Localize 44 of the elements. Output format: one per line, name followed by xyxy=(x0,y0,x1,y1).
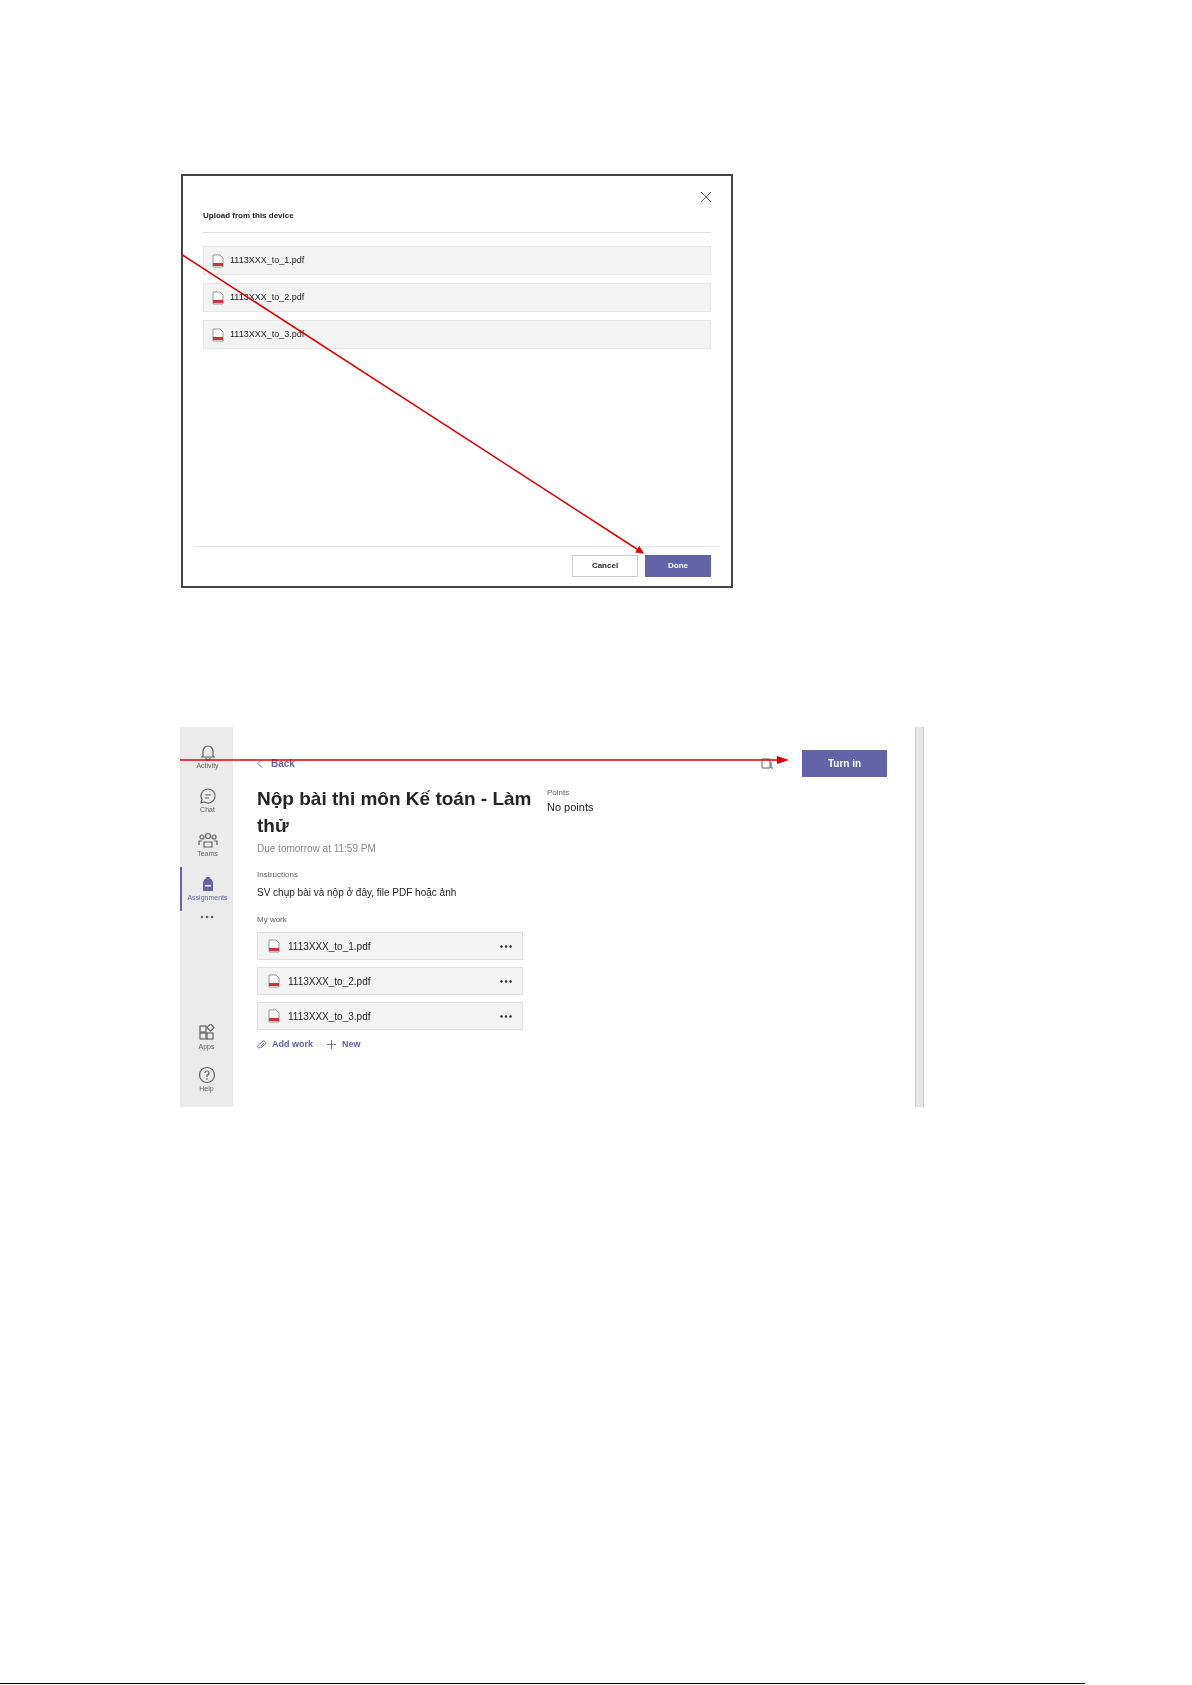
due-date: Due tomorrow at 11:59 PM xyxy=(257,842,377,856)
more-icon[interactable] xyxy=(500,944,512,948)
pdf-file-icon xyxy=(212,290,224,305)
close-icon[interactable] xyxy=(701,192,711,202)
pdf-file-icon xyxy=(212,253,224,268)
paperclip-icon xyxy=(257,1039,266,1050)
scrollbar[interactable] xyxy=(915,727,923,1107)
assignment-title: Nộp bài thi môn Kế toán - Làm thử xyxy=(257,787,533,838)
apps-icon xyxy=(197,1023,216,1042)
cancel-button[interactable]: Cancel xyxy=(572,555,638,577)
pdf-file-icon xyxy=(268,939,280,953)
plus-icon xyxy=(327,1040,336,1050)
pdf-file-icon xyxy=(268,1009,280,1023)
chevron-left-icon xyxy=(257,759,263,768)
pdf-file-icon xyxy=(212,327,224,342)
file-name: 1113XXX_to_2.pdf xyxy=(288,974,372,989)
file-row[interactable]: 1113XXX_to_1.pdf xyxy=(203,246,711,275)
work-file-row[interactable]: 1113XXX_to_2.pdf xyxy=(257,967,523,995)
work-file-row[interactable]: 1113XXX_to_3.pdf xyxy=(257,1002,523,1030)
people-icon xyxy=(197,830,218,849)
points-label: Points xyxy=(547,787,571,799)
more-icon[interactable] xyxy=(500,979,512,983)
reader-icon[interactable] xyxy=(761,758,774,769)
instructions-text: SV chụp bài và nộp ở đây, file PDF hoặc ảnh xyxy=(257,886,458,900)
file-row[interactable]: 1113XXX_to_3.pdf xyxy=(203,320,711,349)
file-name: 1113XXX_to_3.pdf xyxy=(230,327,305,341)
file-name: 1113XXX_to_3.pdf xyxy=(288,1009,372,1024)
work-file-row[interactable]: 1113XXX_to_1.pdf xyxy=(257,932,523,960)
back-link[interactable]: Back xyxy=(257,756,295,771)
done-button[interactable]: Done xyxy=(645,555,711,577)
instructions-label: Instructions xyxy=(257,869,299,881)
file-name: 1113XXX_to_1.pdf xyxy=(288,939,372,954)
points-value: No points xyxy=(547,800,594,815)
help-icon xyxy=(197,1065,216,1084)
file-name: 1113XXX_to_1.pdf xyxy=(230,253,305,267)
bell-icon xyxy=(198,742,217,761)
more-icon[interactable] xyxy=(500,1014,512,1018)
my-work-label: My work xyxy=(257,914,288,926)
turn-in-button[interactable]: Turn in xyxy=(802,750,887,777)
chat-icon xyxy=(198,786,217,805)
new-link[interactable]: New xyxy=(327,1038,361,1052)
dialog-title: Upload from this device xyxy=(203,210,711,233)
add-work-link[interactable]: Add work xyxy=(257,1038,313,1052)
pdf-file-icon xyxy=(268,974,280,988)
